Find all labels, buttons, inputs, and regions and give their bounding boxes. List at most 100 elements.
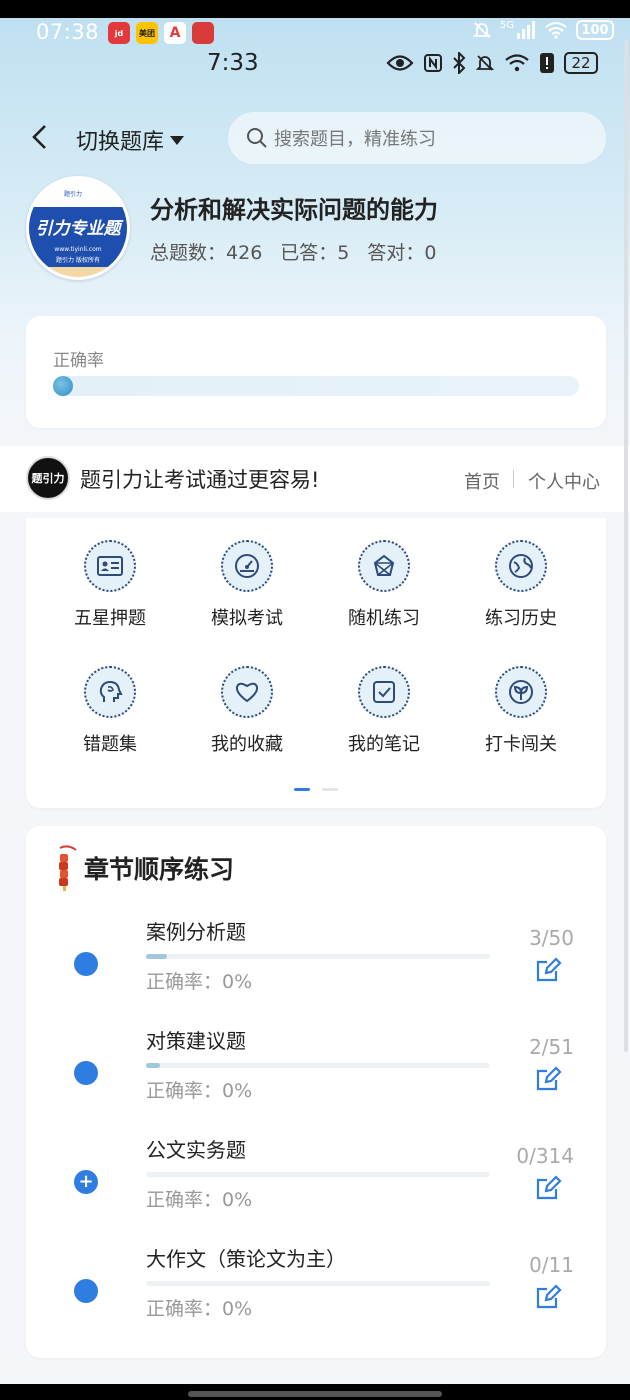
edit-icon[interactable] xyxy=(534,1283,562,1311)
globe-history-icon xyxy=(495,540,547,592)
feature-notes[interactable]: 我的笔记 xyxy=(324,666,444,756)
chapter-name: 对策建议题 xyxy=(146,1029,246,1053)
feature-check-in[interactable]: 打卡闯关 xyxy=(461,666,581,756)
feature-random-practice[interactable]: 随机练习 xyxy=(324,540,444,630)
page-scrollbar[interactable] xyxy=(624,40,628,1052)
note-check-icon xyxy=(358,666,410,718)
app-icon-jd: jd xyxy=(108,22,130,44)
wifi-icon xyxy=(545,22,567,39)
notification-app-icons: jd 美团 A xyxy=(108,22,214,44)
feature-label: 五星押题 xyxy=(74,608,146,629)
app-icon-a: A xyxy=(164,22,186,44)
feature-grid-card: 五星押题 模拟考试 随机练习 练习历史 错题集 我的收藏 我的笔记 打卡闯关 xyxy=(26,518,606,808)
chapter-section-header: 章节顺序练习 xyxy=(54,844,234,892)
mute-bell-icon xyxy=(472,22,492,38)
answered-count: 已答：5 xyxy=(280,242,350,264)
signal-icon xyxy=(517,21,535,39)
chapter-name: 案例分析题 xyxy=(146,920,246,944)
nfc-icon xyxy=(424,54,442,72)
brand-slogan: 题引力让考试通过更容易! xyxy=(80,468,320,492)
user-center-link[interactable]: 个人中心 xyxy=(528,468,600,494)
chapter-progress-count: 0/11 xyxy=(529,1253,574,1277)
heart-icon xyxy=(221,666,273,718)
chapter-accuracy: 正确率：0% xyxy=(146,971,253,993)
feature-label: 随机练习 xyxy=(348,608,420,629)
chapter-name: 公文实务题 xyxy=(146,1138,246,1162)
feature-five-star[interactable]: 五星押题 xyxy=(50,540,170,630)
wifi-icon xyxy=(505,54,529,72)
edit-icon[interactable] xyxy=(534,1174,562,1202)
search-input[interactable]: 搜索题目，精准练习 xyxy=(228,112,606,164)
question-bank-logo: 题引力 引力专业题 www.tiyinli.com 题引力 版权所有 xyxy=(26,176,130,280)
feature-wrong-questions[interactable]: 错题集 xyxy=(50,666,170,756)
link-divider xyxy=(513,470,514,488)
system-status-bar: 07:38 jd 美团 A 5G 100 xyxy=(0,18,630,50)
edit-icon[interactable] xyxy=(534,956,562,984)
network-type: 5G xyxy=(499,19,514,31)
sprout-icon xyxy=(495,666,547,718)
battery-indicator: 100 xyxy=(576,20,614,40)
inner-clock: 7:33 xyxy=(207,50,259,76)
feature-label: 练习历史 xyxy=(485,608,557,629)
logo-copyright: 题引力 版权所有 xyxy=(29,255,127,267)
chapter-item[interactable]: + 公文实务题 正确率：0% 0/314 xyxy=(26,1134,606,1242)
caret-down-icon xyxy=(170,135,185,145)
chapter-progress-fill xyxy=(146,1063,160,1068)
chapter-section-title: 章节顺序练习 xyxy=(84,855,235,884)
page-dot-active xyxy=(294,788,310,791)
feature-label: 我的笔记 xyxy=(348,734,420,755)
page-dot xyxy=(322,788,338,791)
chapter-progress-count: 0/314 xyxy=(516,1144,574,1168)
feature-label: 错题集 xyxy=(83,734,137,755)
system-status-icons: 5G 100 xyxy=(472,20,614,40)
question-bank-stats: 总题数：426 已答：5 答对：0 xyxy=(150,238,437,265)
chapter-progress-count: 3/50 xyxy=(529,926,574,950)
brand-logo: 题引力 xyxy=(26,456,70,500)
expand-plus-icon[interactable]: + xyxy=(74,1170,98,1194)
home-gesture-bar[interactable] xyxy=(188,1391,442,1397)
search-icon xyxy=(247,128,267,148)
device-top-bezel xyxy=(0,0,630,18)
chapter-accuracy: 正确率：0% xyxy=(146,1080,253,1102)
chapter-item[interactable]: 大作文（策论文为主） 正确率：0% 0/11 xyxy=(26,1243,606,1351)
bluetooth-icon xyxy=(453,52,466,74)
back-arrow-icon[interactable] xyxy=(28,120,52,154)
logo-url: www.tiyinli.com xyxy=(29,245,127,255)
inner-battery-indicator: 22 xyxy=(564,52,598,74)
accuracy-progress-fill xyxy=(53,376,73,396)
feature-practice-history[interactable]: 练习历史 xyxy=(461,540,581,630)
feature-favorites[interactable]: 我的收藏 xyxy=(187,666,307,756)
inner-status-icons: 22 xyxy=(386,52,598,74)
page-indicator xyxy=(294,788,338,791)
id-card-icon xyxy=(84,540,136,592)
alert-icon xyxy=(540,53,554,73)
feature-mock-exam[interactable]: 模拟考试 xyxy=(187,540,307,630)
feature-label: 打卡闯关 xyxy=(485,734,557,755)
app-icon-red xyxy=(192,22,214,44)
question-bank-title: 分析和解决实际问题的能力 xyxy=(150,196,438,224)
switch-question-bank-button[interactable]: 切换题库 xyxy=(76,124,185,156)
chapter-dot-icon xyxy=(74,1061,98,1085)
eye-icon xyxy=(386,55,414,71)
mute-bell-icon xyxy=(475,55,495,71)
chapter-progress-count: 2/51 xyxy=(529,1035,574,1059)
chapter-item[interactable]: 案例分析题 正确率：0% 3/50 xyxy=(26,916,606,1024)
chapter-progress-bar xyxy=(146,954,490,959)
search-placeholder: 搜索题目，精准练习 xyxy=(274,129,436,150)
switch-question-bank-label: 切换题库 xyxy=(76,130,165,155)
home-link[interactable]: 首页 xyxy=(464,468,500,494)
chapter-item[interactable]: 对策建议题 正确率：0% 2/51 xyxy=(26,1025,606,1133)
logo-text: 引力专业题 xyxy=(29,207,127,245)
logo-top-mark: 题引力 xyxy=(64,191,83,198)
chapter-progress-bar xyxy=(146,1281,490,1286)
app-header: 切换题库 搜索题目，精准练习 xyxy=(0,110,630,166)
app-icon-meituan: 美团 xyxy=(136,22,158,44)
network-star-icon xyxy=(358,540,410,592)
feature-label: 我的收藏 xyxy=(211,734,283,755)
edit-icon[interactable] xyxy=(534,1065,562,1093)
head-brain-icon xyxy=(84,666,136,718)
accuracy-label: 正确率 xyxy=(53,351,104,371)
brand-banner: 题引力 题引力让考试通过更容易! 首页 个人中心 xyxy=(0,446,630,512)
chapter-practice-card: 章节顺序练习 案例分析题 正确率：0% 3/50 对策建议题 正确率：0% 2/… xyxy=(26,826,606,1358)
total-count: 总题数：426 xyxy=(150,242,263,264)
